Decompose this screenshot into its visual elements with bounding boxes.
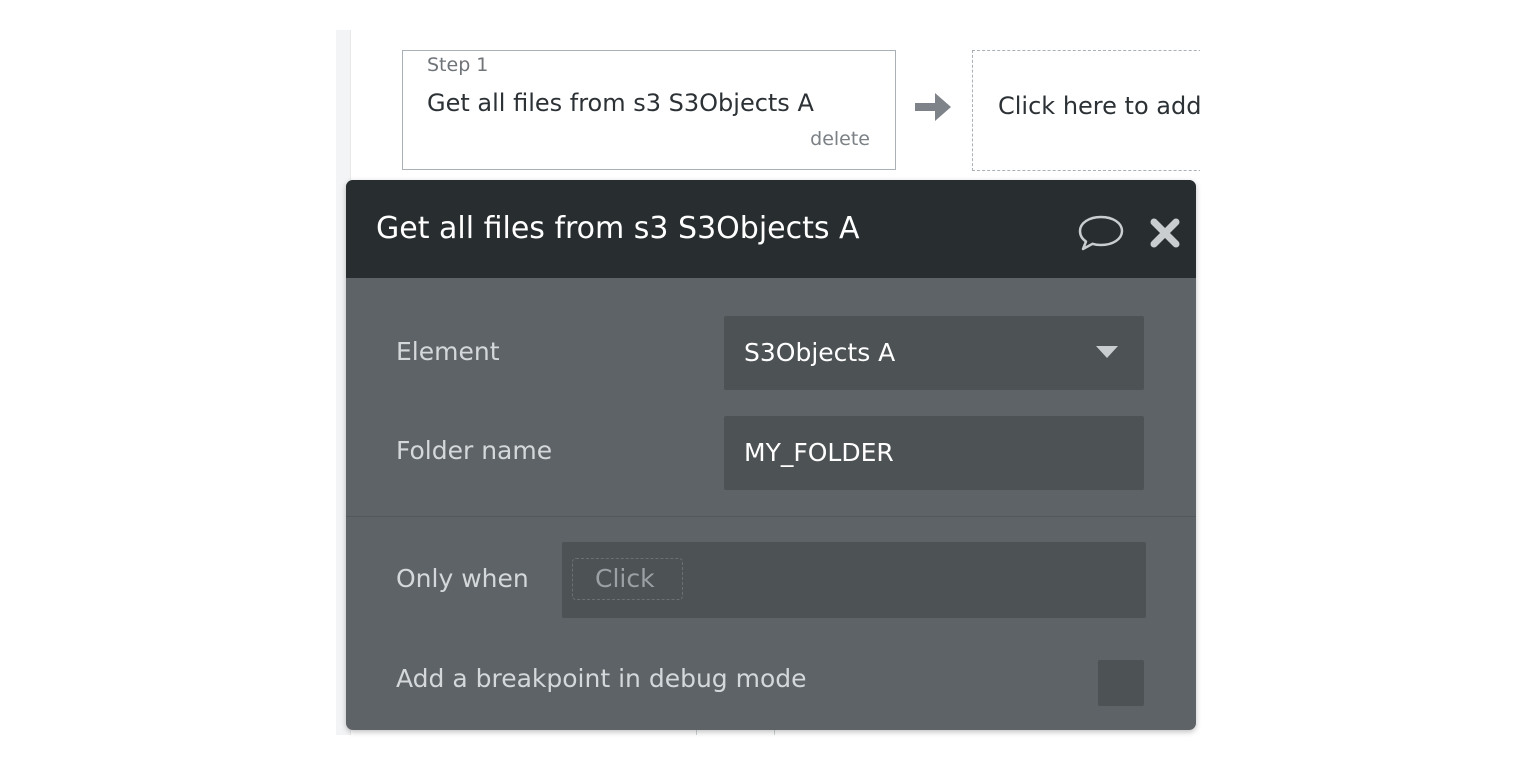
only-when-placeholder: Click (595, 564, 655, 593)
panel-header: Get all files from s3 S3Objects A (346, 180, 1196, 278)
element-dropdown-value: S3Objects A (744, 338, 896, 367)
folder-name-input-value: MY_FOLDER (744, 438, 894, 467)
breakpoint-field-label: Add a breakpoint in debug mode (396, 664, 807, 693)
add-action-text: Click here to add an action... (998, 92, 1200, 120)
element-dropdown[interactable]: S3Objects A (724, 316, 1144, 390)
only-when-click-chip[interactable]: Click (572, 558, 683, 600)
step-number-label: Step 1 (427, 54, 489, 76)
step-title: Get all files from s3 S3Objects A (427, 89, 814, 117)
workflow-step-card[interactable]: Step 1 Get all files from s3 S3Objects A… (402, 50, 896, 170)
add-action-placeholder[interactable]: Click here to add an action... (972, 50, 1200, 171)
action-property-editor: Get all files from s3 S3Objects A Elemen… (346, 180, 1196, 730)
workflow-editor: Step 1 Get all files from s3 S3Objects A… (0, 0, 1530, 766)
breakpoint-checkbox[interactable] (1098, 660, 1144, 706)
only-when-condition-input[interactable]: Click (562, 542, 1146, 618)
close-icon[interactable] (1148, 216, 1182, 250)
step-delete-link[interactable]: delete (810, 128, 870, 150)
arrow-right-icon (915, 93, 951, 121)
only-when-field-label: Only when (396, 564, 529, 593)
panel-title: Get all files from s3 S3Objects A (376, 211, 860, 246)
comment-icon[interactable] (1077, 213, 1125, 253)
folder-name-field-label: Folder name (396, 436, 553, 465)
folder-name-input[interactable]: MY_FOLDER (724, 416, 1144, 490)
element-field-label: Element (396, 337, 500, 366)
chevron-down-icon (1096, 346, 1118, 358)
section-divider (346, 516, 1196, 517)
